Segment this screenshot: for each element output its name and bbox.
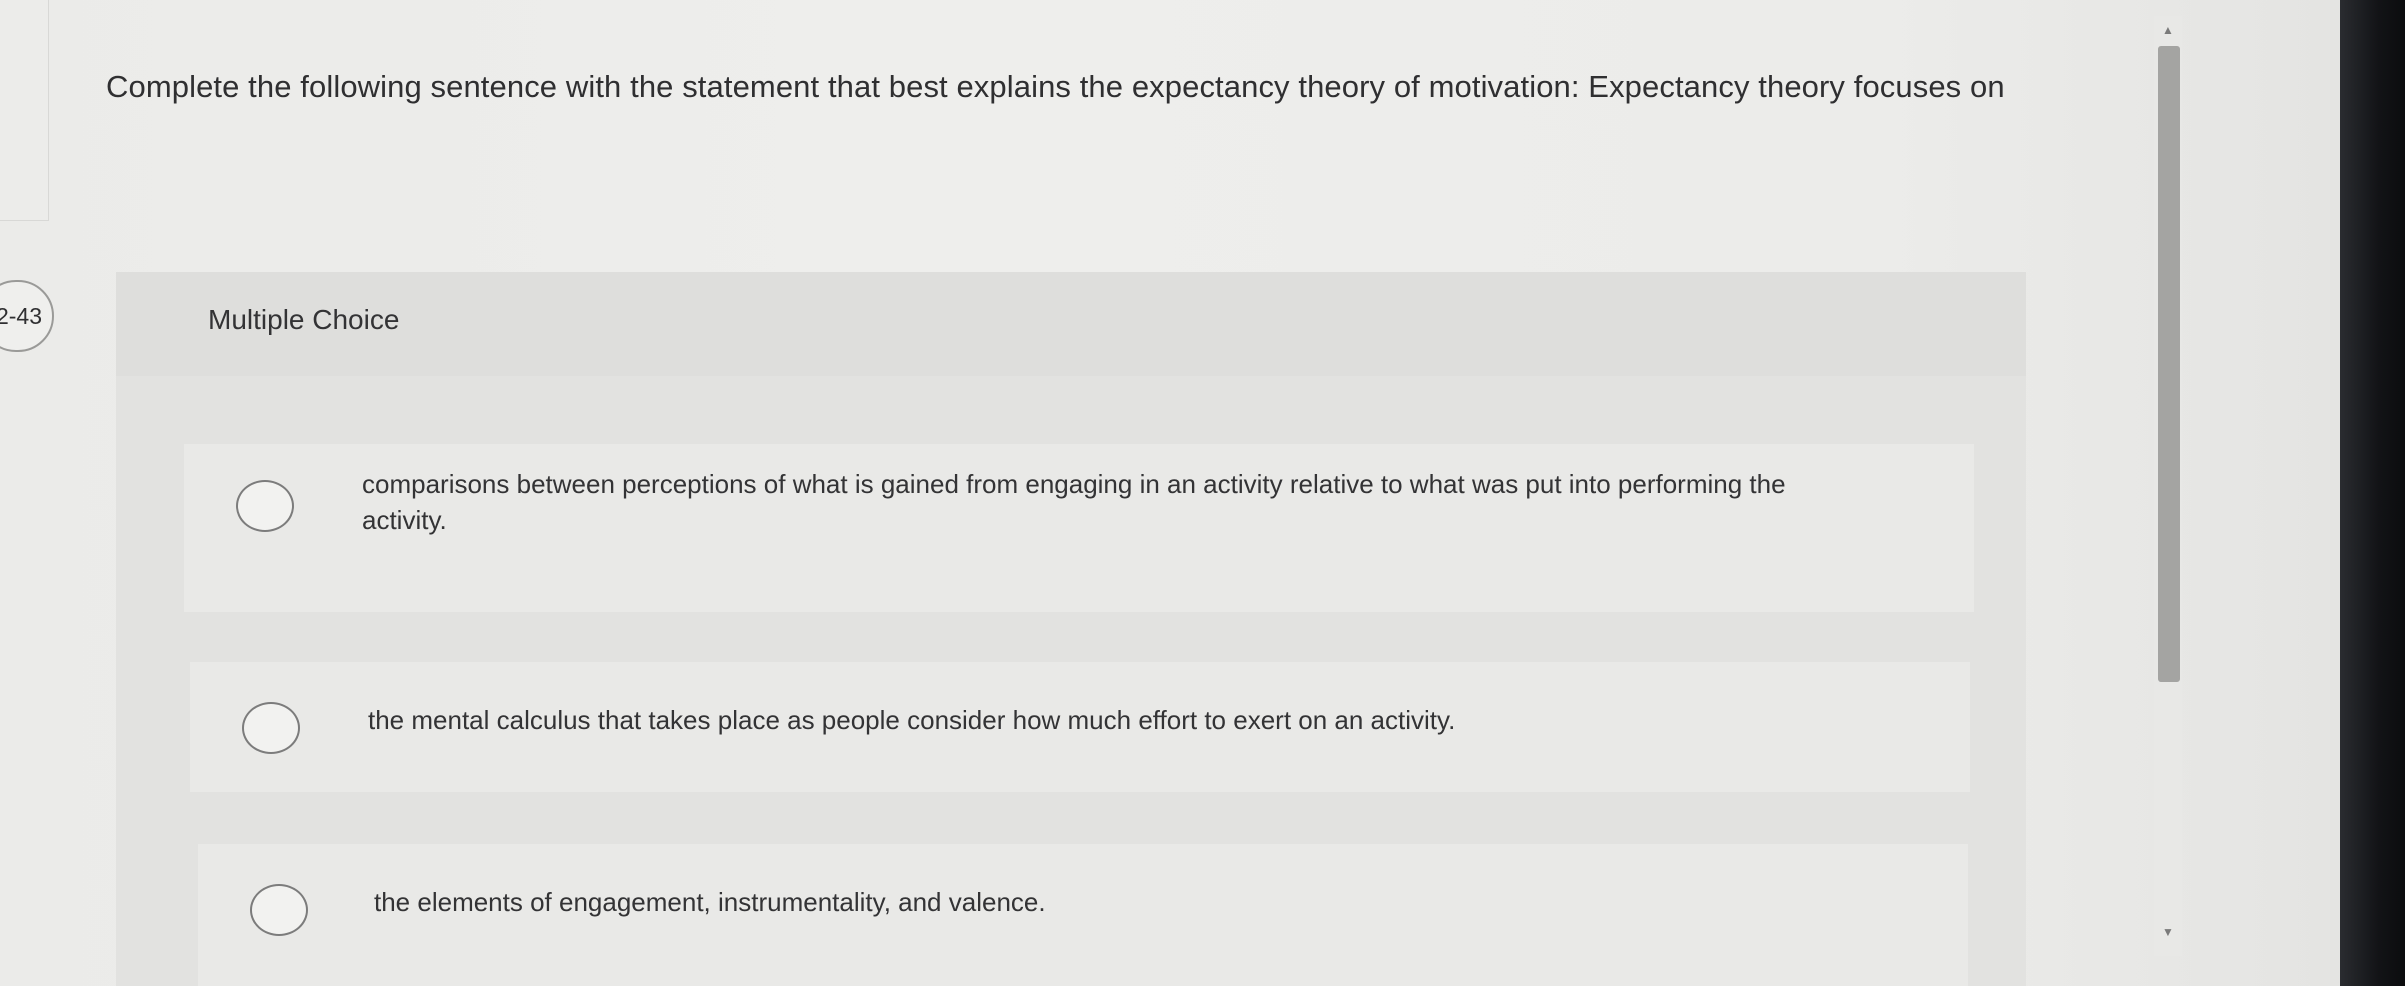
- vertical-scrollbar[interactable]: ▲ ▼: [2154, 16, 2182, 956]
- answer-option-1[interactable]: comparisons between perceptions of what …: [184, 444, 1974, 612]
- monitor-bezel: [2340, 0, 2405, 986]
- answer-option-2-text: the mental calculus that takes place as …: [368, 705, 1456, 735]
- answer-option-3-text: the elements of engagement, instrumental…: [374, 887, 1046, 917]
- answer-option-2[interactable]: the mental calculus that takes place as …: [190, 662, 1970, 792]
- scroll-down-icon[interactable]: ▼: [2162, 926, 2174, 938]
- question-number-label: 2-43: [0, 302, 42, 329]
- multiple-choice-panel: Multiple Choice comparisons between perc…: [116, 272, 2026, 986]
- answer-option-1-text: comparisons between perceptions of what …: [362, 469, 1786, 535]
- radio-button-1[interactable]: [236, 480, 294, 532]
- question-number-badge[interactable]: 2-43: [0, 280, 54, 352]
- answer-option-3[interactable]: the elements of engagement, instrumental…: [198, 844, 1968, 986]
- radio-button-3[interactable]: [250, 884, 308, 936]
- scroll-up-icon[interactable]: ▲: [2162, 24, 2174, 36]
- scrollbar-thumb[interactable]: [2158, 46, 2180, 682]
- multiple-choice-header: Multiple Choice: [116, 272, 2026, 376]
- left-panel-edge: [0, 0, 49, 221]
- multiple-choice-label: Multiple Choice: [208, 304, 400, 335]
- question-prompt: Complete the following sentence with the…: [106, 69, 2005, 104]
- screen: Complete the following sentence with the…: [0, 0, 2340, 986]
- radio-button-2[interactable]: [242, 702, 300, 754]
